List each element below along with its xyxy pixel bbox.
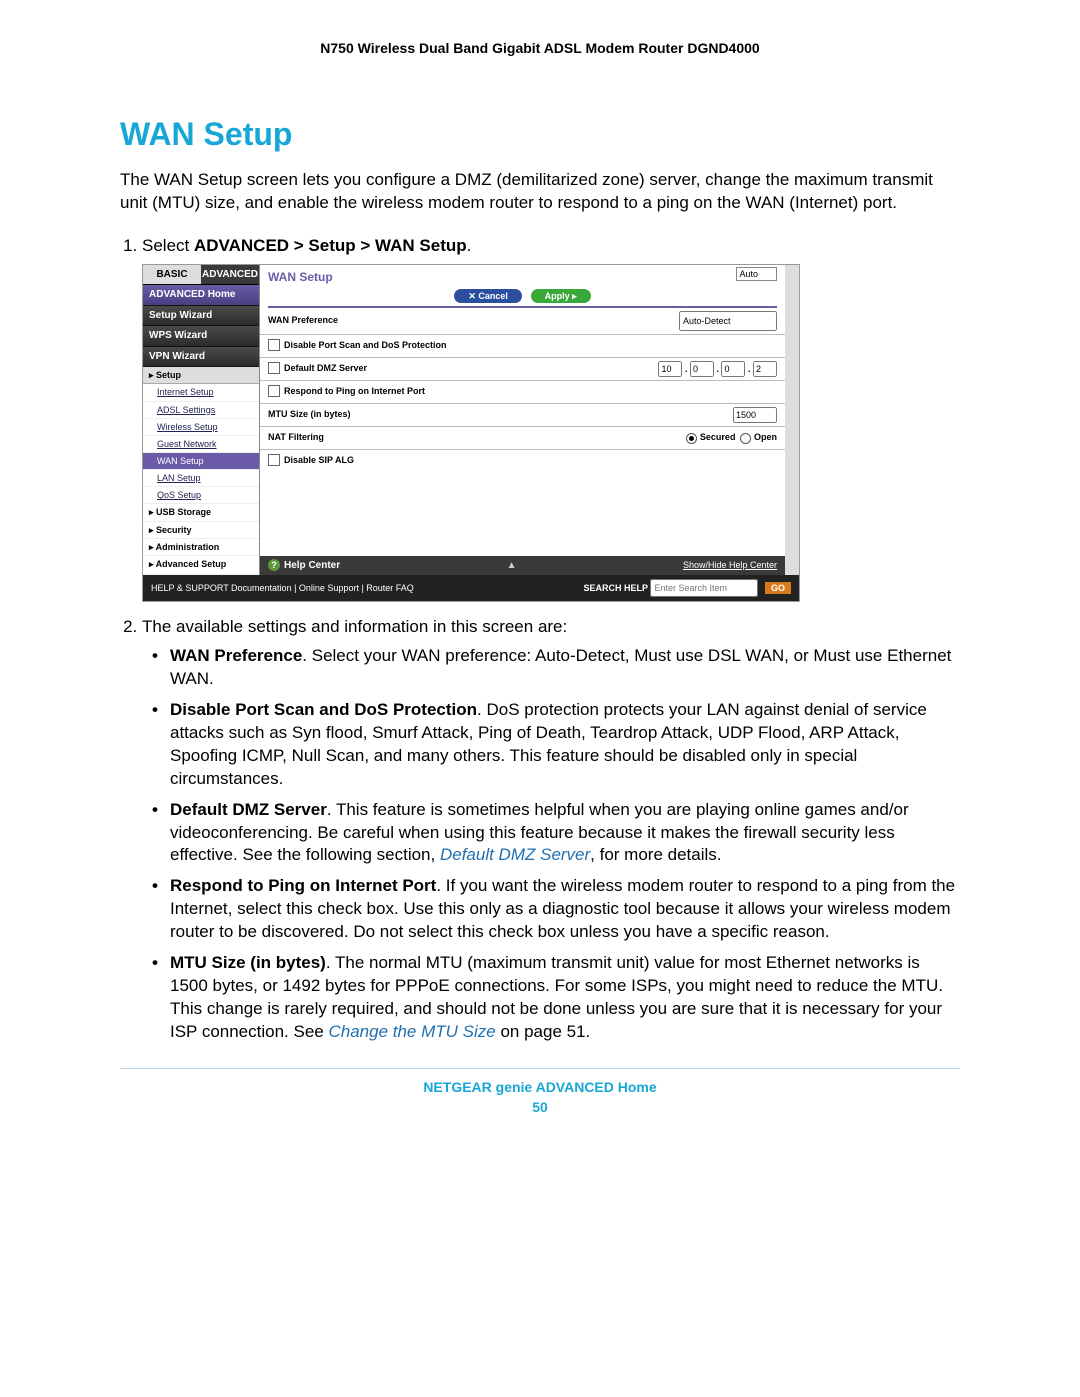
tab-advanced[interactable]: ADVANCED [201, 265, 259, 286]
nav-wireless-setup[interactable]: Wireless Setup [143, 419, 259, 436]
auto-dropdown[interactable]: Auto [736, 267, 777, 281]
wan-preference-select[interactable] [679, 311, 777, 331]
cancel-button[interactable]: ✕ Cancel [454, 289, 522, 303]
nav-adsl-settings[interactable]: ADSL Settings [143, 402, 259, 419]
step2-text: The available settings and information i… [142, 617, 567, 636]
dmz-ip-3[interactable] [721, 361, 745, 377]
bullet-default-dmz: Default DMZ Server. This feature is some… [170, 799, 960, 868]
page-number: 50 [120, 1099, 960, 1115]
dmz-checkbox[interactable] [268, 362, 280, 374]
nav-setup-wizard[interactable]: Setup Wizard [143, 306, 259, 327]
row-sip-label: Disable SIP ALG [284, 454, 354, 466]
router-main-panel: Auto WAN Setup ✕ Cancel Apply ▸ WAN Pref… [259, 265, 785, 575]
dmz-ip-2[interactable] [690, 361, 714, 377]
nav-guest-network[interactable]: Guest Network [143, 436, 259, 453]
dmz-ip-4[interactable] [753, 361, 777, 377]
disable-dos-checkbox[interactable] [268, 339, 280, 351]
step1-bold: ADVANCED > Setup > WAN Setup [194, 236, 467, 255]
row-wan-preference-label: WAN Preference [268, 314, 338, 326]
nav-internet-setup[interactable]: Internet Setup [143, 384, 259, 401]
router-sidebar: BASIC ADVANCED ADVANCED Home Setup Wizar… [143, 265, 259, 575]
help-icon: ? [268, 559, 280, 571]
change-mtu-link[interactable]: Change the MTU Size [328, 1022, 495, 1041]
default-dmz-link[interactable]: Default DMZ Server [440, 845, 590, 864]
row-disable-dos-label: Disable Port Scan and DoS Protection [284, 339, 447, 351]
step1-suffix: . [467, 236, 472, 255]
mtu-input[interactable] [733, 407, 777, 423]
nat-secured-radio[interactable] [686, 433, 697, 444]
nav-security[interactable]: ▸ Security [143, 522, 259, 539]
nav-qos-setup[interactable]: QoS Setup [143, 487, 259, 504]
nav-wps-wizard[interactable]: WPS Wizard [143, 326, 259, 347]
step-1: Select ADVANCED > Setup > WAN Setup. BAS… [142, 235, 960, 602]
nat-open-label: Open [754, 432, 777, 442]
b2-bold: Disable Port Scan and DoS Protection [170, 700, 477, 719]
row-dmz-label: Default DMZ Server [284, 362, 367, 374]
ping-checkbox[interactable] [268, 385, 280, 397]
panel-title: WAN Setup [260, 265, 785, 289]
search-help-label: SEARCH HELP [583, 583, 648, 593]
help-center-bar: ?Help Center ▲ Show/Hide Help Center [260, 556, 785, 576]
b5-b: on page 51. [496, 1022, 591, 1041]
search-help-input[interactable] [650, 579, 758, 597]
tab-basic[interactable]: BASIC [143, 265, 201, 286]
nav-wan-setup[interactable]: WAN Setup [143, 453, 259, 470]
bullet-mtu-size: MTU Size (in bytes). The normal MTU (max… [170, 952, 960, 1044]
nav-administration[interactable]: ▸ Administration [143, 539, 259, 556]
go-button[interactable]: GO [765, 582, 791, 594]
nav-advanced-home[interactable]: ADVANCED Home [143, 285, 259, 306]
doc-header: N750 Wireless Dual Band Gigabit ADSL Mod… [120, 40, 960, 56]
apply-button[interactable]: Apply ▸ [531, 289, 591, 303]
nav-lan-setup[interactable]: LAN Setup [143, 470, 259, 487]
section-title: WAN Setup [120, 116, 960, 153]
row-mtu-label: MTU Size (in bytes) [268, 408, 351, 420]
dmz-ip-1[interactable] [658, 361, 682, 377]
bullet-disable-dos: Disable Port Scan and DoS Protection. Do… [170, 699, 960, 791]
step-2: The available settings and information i… [142, 616, 960, 1044]
footer-title: NETGEAR genie ADVANCED Home [120, 1079, 960, 1095]
b5-bold: MTU Size (in bytes) [170, 953, 326, 972]
bullet-respond-ping: Respond to Ping on Internet Port. If you… [170, 875, 960, 944]
b3-b: , for more details. [590, 845, 721, 864]
b4-bold: Respond to Ping on Internet Port [170, 876, 436, 895]
nav-vpn-wizard[interactable]: VPN Wizard [143, 347, 259, 368]
intro-paragraph: The WAN Setup screen lets you configure … [120, 169, 960, 215]
scrollbar[interactable] [785, 265, 799, 575]
nav-wan-setup-label: WAN Setup [157, 455, 204, 467]
nat-secured-label: Secured [700, 432, 736, 442]
show-hide-help-link[interactable]: Show/Hide Help Center [683, 559, 777, 571]
row-nat-label: NAT Filtering [268, 431, 324, 443]
row-ping-label: Respond to Ping on Internet Port [284, 385, 425, 397]
b3-bold: Default DMZ Server [170, 800, 327, 819]
help-support-links[interactable]: HELP & SUPPORT Documentation | Online Su… [151, 582, 414, 594]
help-center-label: Help Center [284, 560, 340, 571]
step1-prefix: Select [142, 236, 194, 255]
router-screenshot: BASIC ADVANCED ADVANCED Home Setup Wizar… [142, 264, 800, 602]
nat-open-radio[interactable] [740, 433, 751, 444]
nav-setup[interactable]: ▸ Setup [143, 367, 259, 384]
nav-usb-storage[interactable]: ▸ USB Storage [143, 504, 259, 521]
sip-checkbox[interactable] [268, 454, 280, 466]
bullet-wan-preference: WAN Preference. Select your WAN preferen… [170, 645, 960, 691]
b1-bold: WAN Preference [170, 646, 302, 665]
nav-advanced-setup[interactable]: ▸ Advanced Setup [143, 556, 259, 575]
